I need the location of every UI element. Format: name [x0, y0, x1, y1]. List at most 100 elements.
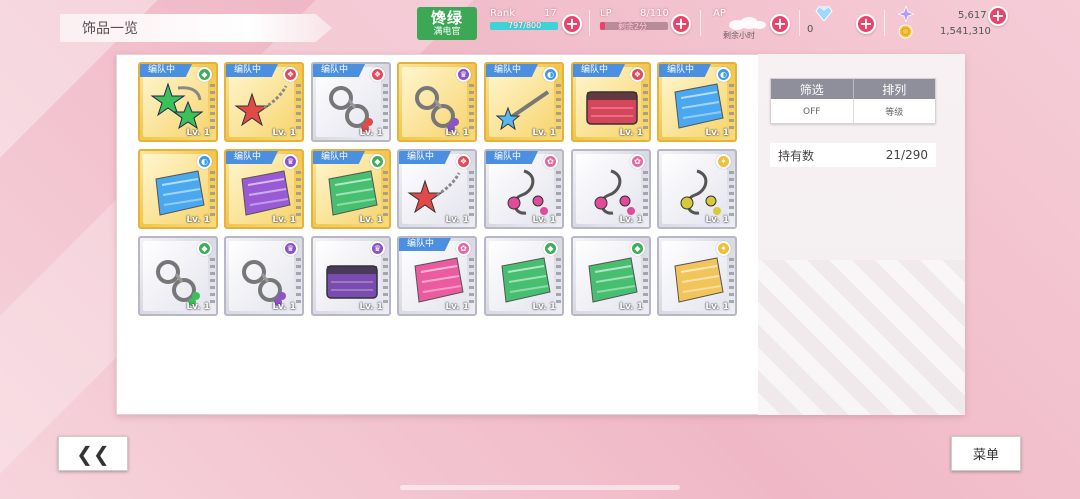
accessory-card[interactable]: ♛ Lv. 1 — [397, 62, 477, 142]
accessory-card[interactable]: 编队中 ❖ Lv. 1 — [224, 62, 304, 142]
level-label: Lv. 1 — [186, 128, 210, 138]
rank-stat: Rank 17 797/800 — [490, 8, 560, 38]
accessory-art — [594, 169, 635, 215]
attribute-icon: ◐ — [197, 154, 212, 169]
skill-dots — [469, 258, 474, 304]
lp-value: 8/110 — [640, 8, 669, 19]
level-label: Lv. 1 — [272, 302, 296, 312]
accessory-card[interactable]: 编队中 ❖ Lv. 1 — [397, 149, 477, 229]
level-label: Lv. 1 — [272, 215, 296, 225]
accessory-card[interactable]: 编队中 ❖ Lv. 1 — [311, 62, 391, 142]
accessory-card[interactable]: 编队中 ◆ Lv. 1 — [138, 62, 218, 142]
accessory-card[interactable]: 编队中 ❖ Lv. 1 — [571, 62, 651, 142]
skill-dots — [556, 258, 561, 304]
accessory-card[interactable]: 编队中 ♛ Lv. 1 — [224, 149, 304, 229]
team-badge: 编队中 — [573, 64, 625, 77]
level-label: Lv. 1 — [445, 302, 469, 312]
accessory-art — [155, 170, 205, 216]
attribute-icon: ❖ — [283, 67, 298, 82]
level-label: Lv. 1 — [445, 128, 469, 138]
rank-plus-button[interactable]: + — [562, 14, 582, 34]
attribute-icon: ✿ — [543, 154, 558, 169]
skill-dots — [383, 171, 388, 217]
accessory-art — [326, 265, 378, 299]
sort-button[interactable]: 排列 — [852, 79, 936, 99]
owned-label: 持有数 — [778, 148, 815, 163]
accessory-art — [329, 86, 373, 132]
team-badge: 编队中 — [659, 64, 711, 77]
sort-value[interactable]: 等级 — [852, 99, 936, 124]
lp-plus-button[interactable]: + — [671, 14, 691, 34]
attribute-icon: ◆ — [370, 154, 385, 169]
accessory-card[interactable]: ♛ Lv. 1 — [311, 236, 391, 316]
skill-dots — [643, 171, 648, 217]
status-badge[interactable]: 馋绿 满电官 — [417, 7, 477, 40]
currency-plus-button[interactable]: + — [988, 6, 1008, 26]
level-label: Lv. 1 — [272, 128, 296, 138]
accessory-art — [586, 91, 638, 125]
accessory-card[interactable]: ◐ Lv. 1 — [138, 149, 218, 229]
level-label: Lv. 1 — [186, 302, 210, 312]
level-label: Lv. 1 — [186, 215, 210, 225]
skill-dots — [210, 258, 215, 304]
accessory-art — [674, 83, 724, 129]
divider — [589, 10, 590, 36]
team-badge: 编队中 — [486, 151, 538, 164]
accessory-card[interactable]: ◆ Lv. 1 — [138, 236, 218, 316]
accessory-art — [674, 257, 724, 303]
skill-dots — [210, 84, 215, 130]
back-button[interactable]: ❮❮ — [58, 436, 128, 471]
accessory-card[interactable]: 编队中 ✿ Lv. 1 — [397, 236, 477, 316]
ap-label: AP — [713, 8, 726, 19]
accessory-card[interactable]: 编队中 ◐ Lv. 1 — [484, 62, 564, 142]
skill-dots — [469, 171, 474, 217]
filter-value[interactable]: OFF — [771, 99, 853, 124]
filter-sort-values: OFF 等级 — [771, 99, 935, 124]
cloud-icon — [729, 17, 766, 30]
rank-label: Rank — [490, 8, 515, 19]
gem-plus-button[interactable]: + — [856, 14, 876, 34]
menu-button[interactable]: 菜单 — [951, 436, 1021, 471]
skill-dots — [296, 171, 301, 217]
accessory-card[interactable]: ♛ Lv. 1 — [224, 236, 304, 316]
filter-button[interactable]: 筛选 — [771, 79, 853, 99]
page-title: 饰品一览 — [60, 14, 332, 42]
accessory-art — [328, 170, 378, 216]
home-indicator[interactable] — [400, 485, 680, 490]
attribute-icon: ✿ — [630, 154, 645, 169]
accessory-card[interactable]: ◆ Lv. 1 — [571, 236, 651, 316]
skill-dots — [729, 84, 734, 130]
attribute-icon: ◆ — [543, 241, 558, 256]
divider — [799, 10, 800, 36]
attribute-icon: ❖ — [456, 154, 471, 169]
accessory-art — [407, 172, 461, 214]
skill-dots — [296, 258, 301, 304]
accessory-art — [680, 169, 721, 215]
accessory-art — [234, 85, 288, 127]
accessory-card[interactable]: ✦ Lv. 1 — [657, 149, 737, 229]
team-badge: 编队中 — [399, 238, 451, 251]
accessory-card[interactable]: 编队中 ◆ Lv. 1 — [311, 149, 391, 229]
accessory-card[interactable]: ✿ Lv. 1 — [571, 149, 651, 229]
accessory-art — [241, 170, 291, 216]
attribute-icon: ◐ — [716, 67, 731, 82]
accessory-art — [150, 82, 204, 130]
status-badge-subtitle: 满电官 — [433, 26, 461, 37]
filter-sort-header: 筛选 排列 — [771, 79, 935, 99]
attribute-icon: ♛ — [456, 67, 471, 82]
team-badge: 编队中 — [140, 64, 192, 77]
skill-dots — [383, 84, 388, 130]
attribute-icon: ❖ — [630, 67, 645, 82]
level-label: Lv. 1 — [445, 215, 469, 225]
accessory-card[interactable]: 编队中 ✿ Lv. 1 — [484, 149, 564, 229]
lp-recover: 剩余2分 — [618, 22, 648, 31]
skill-dots — [469, 84, 474, 130]
accessory-card[interactable]: 编队中 ◐ Lv. 1 — [657, 62, 737, 142]
level-label: Lv. 1 — [532, 215, 556, 225]
ap-plus-button[interactable]: + — [770, 14, 790, 34]
level-label: Lv. 1 — [359, 128, 383, 138]
accessory-card[interactable]: ◆ Lv. 1 — [484, 236, 564, 316]
accessory-art — [242, 260, 286, 306]
accessory-card[interactable]: ✦ Lv. 1 — [657, 236, 737, 316]
attribute-icon: ◆ — [197, 241, 212, 256]
